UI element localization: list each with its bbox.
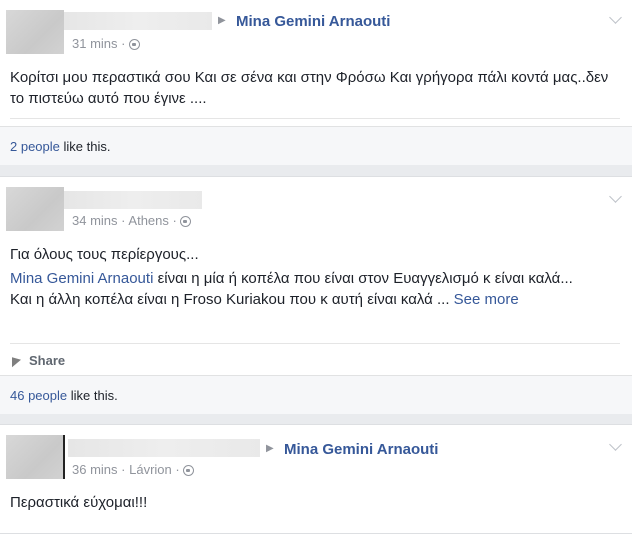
- post-meta: 36 mins · Lávrion ·: [72, 462, 195, 477]
- share-arrow-icon: [12, 354, 21, 368]
- likes-summary: 46 people like this.: [10, 388, 118, 403]
- likes-summary: 2 people like this.: [10, 139, 110, 154]
- divider: [10, 343, 620, 344]
- post-meta: 34 mins · Athens ·: [72, 213, 192, 228]
- likes-suffix: like this.: [59, 139, 111, 154]
- globe-icon[interactable]: [180, 216, 192, 227]
- post-line: Για όλους τους περίεργους...: [10, 246, 199, 263]
- avatar[interactable]: [6, 187, 64, 231]
- feed-post: 34 mins · Athens · Για όλους τους περίερ…: [0, 176, 632, 414]
- post-line: Και η άλλη κοπέλα είναι η Froso Kuriakou…: [10, 289, 620, 310]
- avatar[interactable]: [6, 435, 64, 479]
- author-name-redacted[interactable]: [68, 439, 260, 457]
- likes-bar: 2 people like this.: [0, 126, 632, 165]
- avatar[interactable]: [6, 10, 64, 54]
- mention-link[interactable]: Mina Gemini Arnaouti: [10, 270, 153, 287]
- author-name-redacted[interactable]: [64, 12, 212, 30]
- post-text: Περαστικά εύχομαι!!!: [10, 494, 148, 511]
- target-profile-link[interactable]: Mina Gemini Arnaouti: [236, 13, 390, 30]
- share-button[interactable]: Share: [12, 353, 65, 368]
- post-line-text: Και η άλλη κοπέλα είναι η Froso Kuriakou…: [10, 291, 450, 308]
- target-profile-link[interactable]: Mina Gemini Arnaouti: [284, 441, 438, 458]
- globe-icon[interactable]: [129, 39, 141, 50]
- meta-separator: ·: [175, 462, 180, 477]
- chevron-down-icon[interactable]: [609, 438, 622, 451]
- likes-count-link[interactable]: 2 people: [10, 139, 60, 154]
- author-name-redacted[interactable]: [64, 191, 202, 209]
- likes-count-link[interactable]: 46 people: [10, 388, 67, 403]
- meta-separator: ·: [121, 213, 126, 228]
- post-text: Για όλους τους περίεργους... Mina Gemini…: [10, 244, 620, 310]
- chevron-down-icon[interactable]: [609, 190, 622, 203]
- timestamp[interactable]: 36 mins: [72, 462, 118, 477]
- post-text: Κορίτσι μου περαστικά σου Και σε σένα κα…: [10, 69, 609, 107]
- post-meta: 31 mins ·: [72, 36, 141, 51]
- meta-separator: ·: [121, 462, 126, 477]
- feed-post: ▶ Mina Gemini Arnaouti 31 mins · Κορίτσι…: [0, 0, 632, 165]
- globe-icon[interactable]: [183, 465, 195, 476]
- location-link[interactable]: Athens: [128, 213, 168, 228]
- triangle-right-icon: ▶: [218, 15, 226, 26]
- location-link[interactable]: Lávrion: [129, 462, 172, 477]
- avatar-edge: [63, 435, 65, 479]
- likes-bar: 46 people like this.: [0, 375, 632, 414]
- likes-suffix: like this.: [67, 388, 118, 403]
- timestamp[interactable]: 34 mins: [72, 213, 118, 228]
- share-label: Share: [29, 353, 66, 368]
- meta-separator: ·: [172, 213, 177, 228]
- timestamp[interactable]: 31 mins: [72, 36, 118, 51]
- divider: [10, 118, 620, 119]
- post-line-text: είναι η μία ή κοπέλα που είναι στον Ευαγ…: [153, 270, 573, 287]
- triangle-right-icon: ▶: [266, 443, 274, 454]
- meta-separator: ·: [121, 36, 126, 51]
- post-line: Mina Gemini Arnaouti είναι η μία ή κοπέλ…: [10, 268, 620, 289]
- see-more-link[interactable]: See more: [449, 291, 519, 308]
- feed-post: ▶ Mina Gemini Arnaouti 36 mins · Lávrion…: [0, 424, 632, 534]
- chevron-down-icon[interactable]: [609, 11, 622, 24]
